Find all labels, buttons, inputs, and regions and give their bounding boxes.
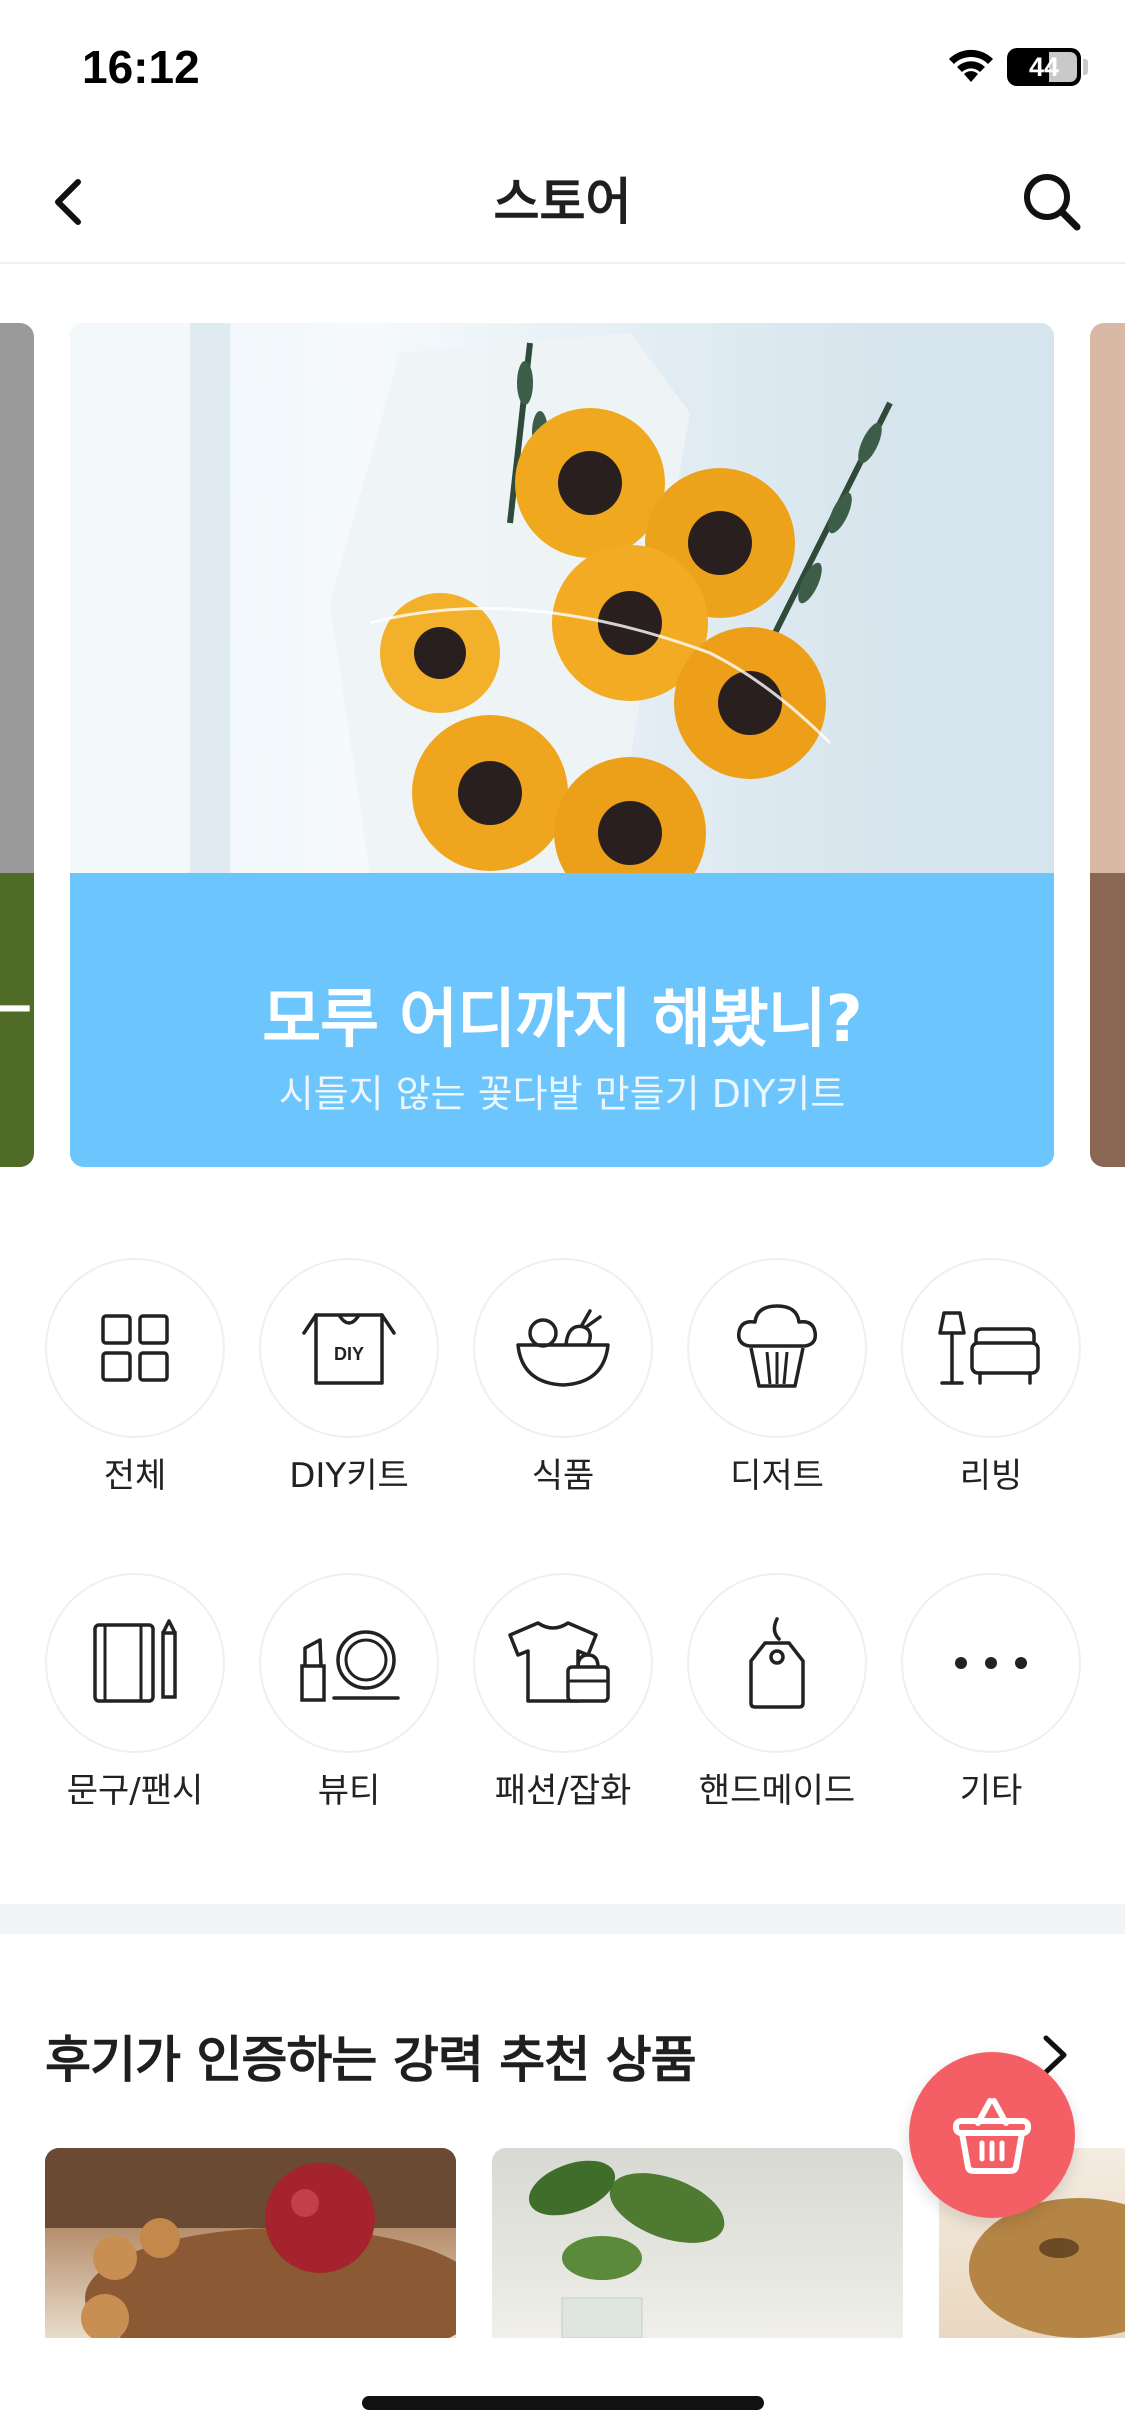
search-icon [1024,174,1081,231]
battery-level: 44 [1028,52,1060,82]
category-icon-circle [259,1573,439,1753]
category-label: 핸드메이드 [698,1771,856,1811]
food-bowl-icon [516,1309,610,1387]
category-grid: 전체 DIY DIY키트 식품 디저트 리빙 문구/팬시 뷰티 패션/잡화 핸드… [0,1258,1125,1898]
category-label: 식품 [531,1456,595,1496]
banner-image [70,323,1054,909]
category-label: 리빙 [959,1456,1023,1496]
category-icon-circle [687,1258,867,1438]
category-label: 전체 [103,1456,167,1496]
category-living[interactable]: 리빙 [901,1258,1081,1518]
grid-icon [101,1314,169,1382]
product-image [528,2160,725,2338]
category-icon-circle [901,1258,1081,1438]
product-image [45,2148,456,2338]
category-label: 뷰티 [317,1771,381,1811]
category-icon-circle [473,1258,653,1438]
banner-peek-left-text: ㅡ [0,977,32,1047]
category-label: DIY키트 [289,1456,409,1496]
cosmetics-icon [300,1630,400,1702]
category-handmade[interactable]: 핸드메이드 [687,1573,867,1833]
wifi-icon [949,49,993,82]
category-label: 패션/잡화 [494,1771,632,1811]
category-food[interactable]: 식품 [473,1258,653,1518]
category-beauty[interactable]: 뷰티 [259,1573,439,1833]
recommend-section-title: 후기가 인증하는 강력 추천 상품 [45,2031,697,2089]
category-label: 문구/팬시 [66,1771,204,1811]
back-button[interactable] [34,168,102,236]
category-fashion[interactable]: 패션/잡화 [473,1573,653,1833]
flower-bouquet-image [70,323,1054,909]
category-etc[interactable]: 기타 [901,1573,1081,1833]
banner-peek-left[interactable]: ㅡ [0,323,34,1167]
status-bar: 16:12 44 [0,0,1125,140]
category-icon-circle [687,1573,867,1753]
page-title: 스토어 [493,173,632,231]
nav-bar: 스토어 [0,140,1125,264]
category-icon-circle [473,1573,653,1753]
tag-icon [749,1617,805,1709]
category-icon-circle [45,1258,225,1438]
section-divider [0,1904,1125,1934]
banner-carousel[interactable]: ㅡ 모루 어디까지 해봤니? 시들지 않는 꽃다발 만들기 DIY키트 [0,323,1125,1167]
notebook-pencil-icon [93,1619,177,1703]
basket-icon [953,2098,1031,2174]
category-label: 디저트 [730,1456,824,1496]
category-all[interactable]: 전체 [45,1258,225,1518]
category-icon-circle [901,1573,1081,1753]
chevron-left-icon [55,179,81,225]
banner-caption: 모루 어디까지 해봤니? 시들지 않는 꽃다발 만들기 DIY키트 [70,873,1054,1167]
home-indicator[interactable] [362,2396,764,2410]
diy-kit-icon-text: DIY [334,1344,364,1364]
cupcake-icon [736,1304,818,1388]
status-time: 16:12 [82,41,200,93]
category-diy-kit[interactable]: DIY DIY키트 [259,1258,439,1518]
diy-kit-icon: DIY [302,1313,396,1385]
battery-icon: 44 [1007,48,1081,86]
category-label: 기타 [959,1771,1023,1811]
banner-main[interactable]: 모루 어디까지 해봤니? 시들지 않는 꽃다발 만들기 DIY키트 [70,323,1054,1167]
cart-fab-button[interactable] [909,2052,1075,2218]
product-card[interactable] [492,2148,903,2338]
banner-peek-right[interactable] [1090,323,1125,1167]
category-icon-circle [45,1573,225,1753]
product-card[interactable] [45,2148,456,2338]
category-stationery[interactable]: 문구/팬시 [45,1573,225,1833]
search-button[interactable] [1012,162,1092,242]
category-dessert[interactable]: 디저트 [687,1258,867,1518]
banner-subtitle: 시들지 않는 꽃다발 만들기 DIY키트 [278,1072,846,1116]
sofa-lamp-icon [938,1311,1040,1385]
battery-nub [1083,59,1088,75]
banner-title: 모루 어디까지 해봤니? [262,983,863,1057]
tshirt-bag-icon [508,1621,610,1703]
category-icon-circle: DIY [259,1258,439,1438]
more-icon [955,1657,1027,1669]
